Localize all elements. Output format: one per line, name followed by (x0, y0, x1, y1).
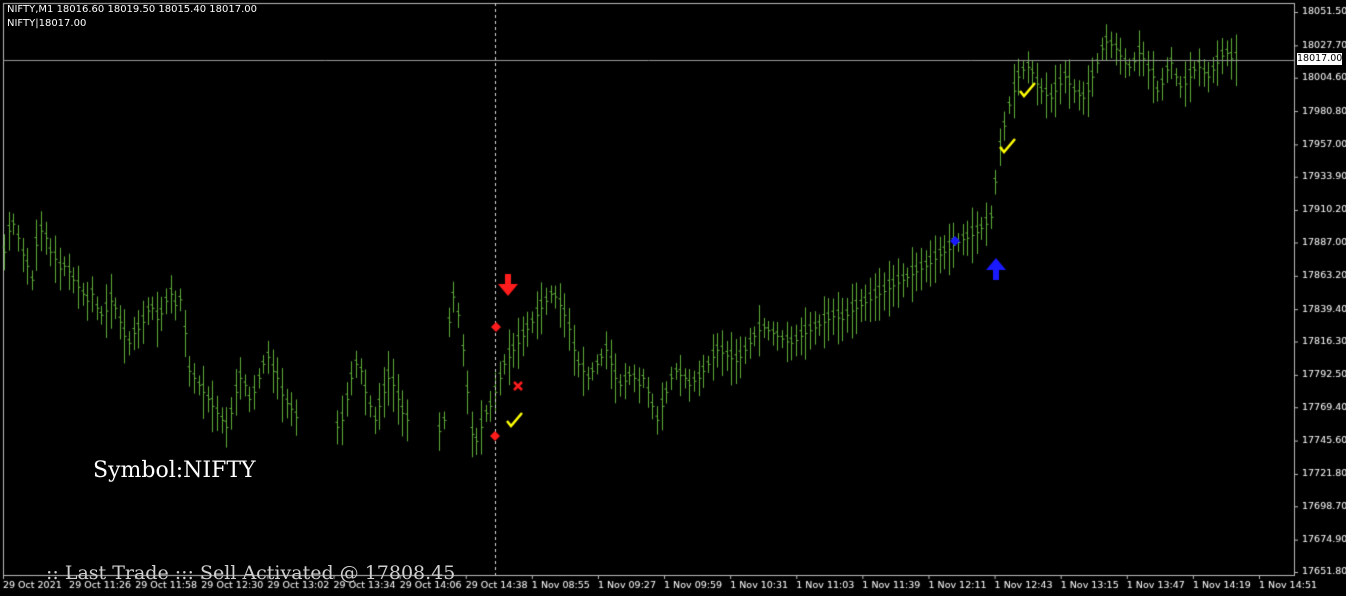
symbol-label: Symbol:NIFTY (93, 458, 256, 483)
chart-header-indicator: NIFTY|18017.00 (7, 18, 87, 29)
last-trade-label: :: Last Trade ::: Sell Activated @ 17808… (46, 562, 456, 584)
chart-header-ohlc: NIFTY,M1 18016.60 18019.50 18015.40 1801… (7, 4, 257, 15)
price-chart-canvas[interactable] (0, 0, 1346, 596)
current-price-tag: 18017.00 (1297, 53, 1343, 65)
